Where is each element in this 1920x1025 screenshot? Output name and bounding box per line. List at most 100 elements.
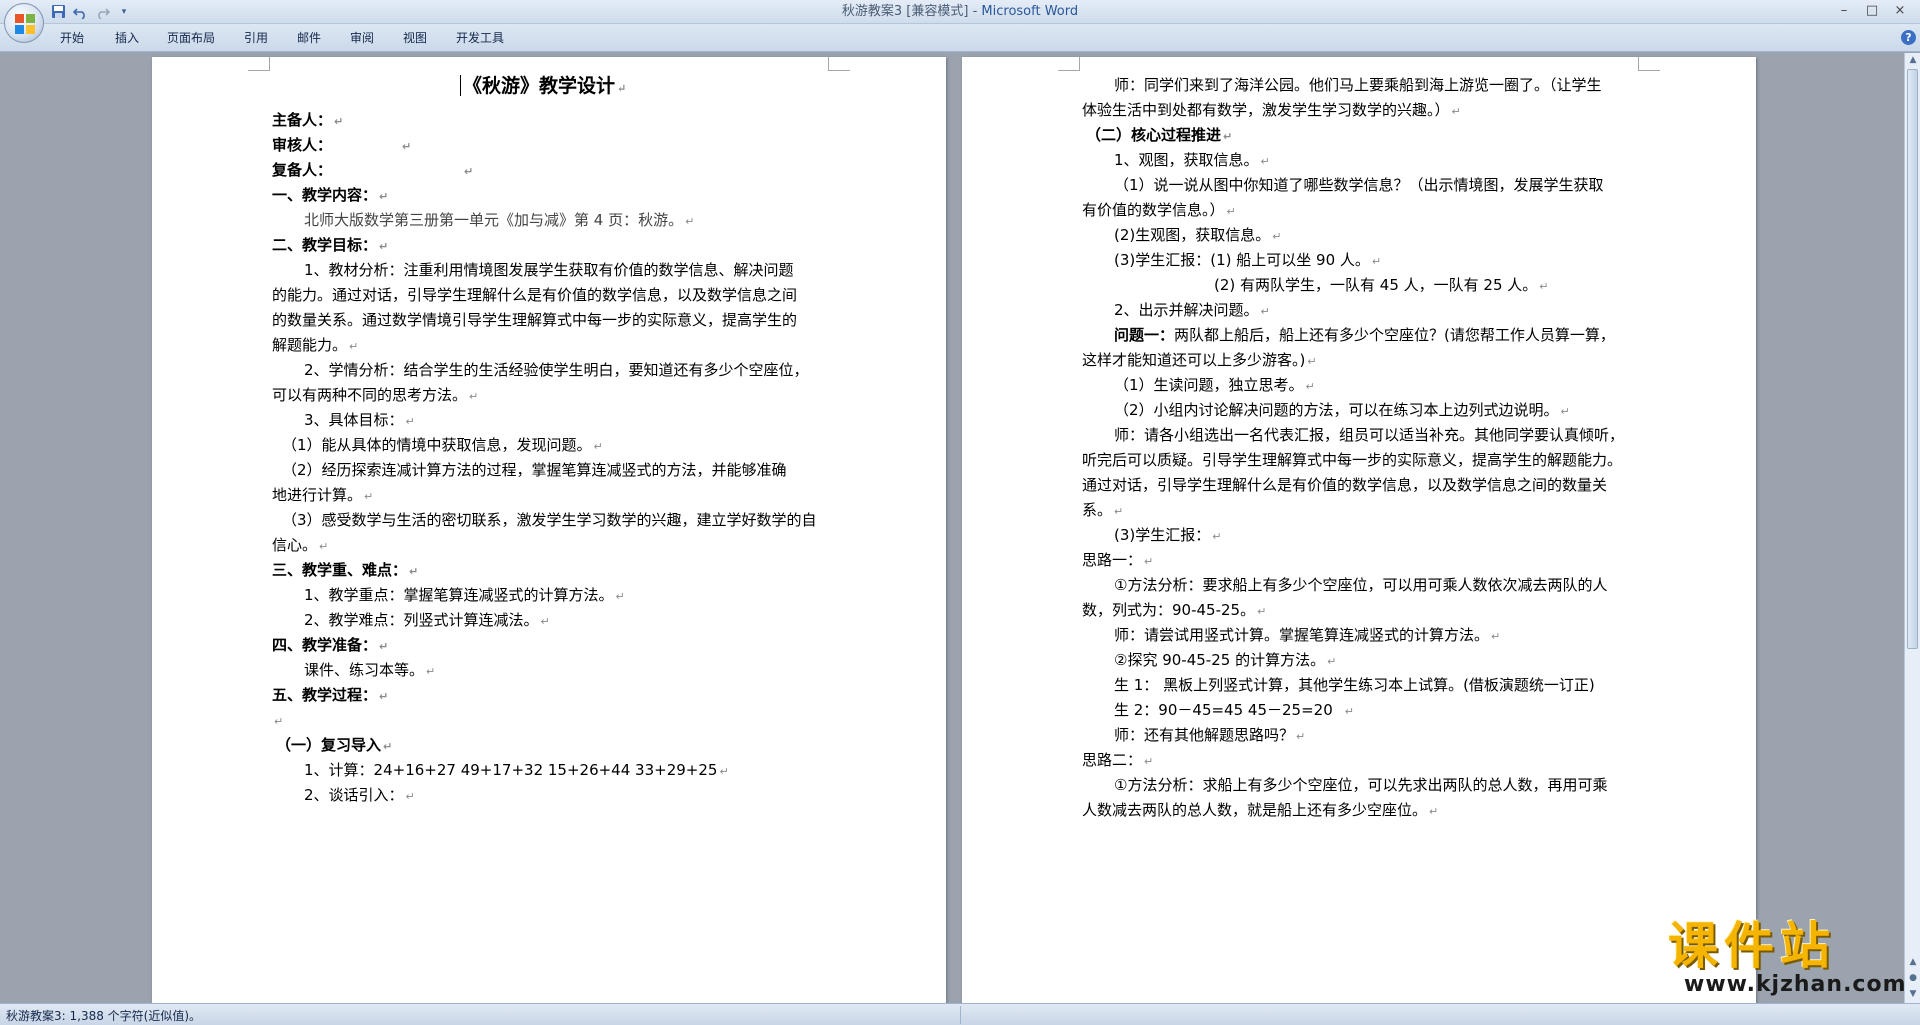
document-name: 秋游教案3 [兼容模式] (841, 4, 969, 19)
doc-line: (2)生观图，获取信息。 ↵ (1114, 226, 1282, 244)
doc-line: 生 1： 黑板上列竖式计算，其他学生练习本上试算。(借板演题统一订正) (1114, 676, 1595, 694)
doc-line: （2）小组内讨论解决问题的方法，可以在练习本上边列式边说明。 ↵ (1114, 401, 1570, 419)
minimize-button[interactable]: – (1830, 0, 1858, 22)
vertical-scrollbar[interactable]: ▲ ▲ ● ▼ (1904, 53, 1920, 1003)
tab-home[interactable]: 开始 (60, 29, 84, 46)
status-divider (960, 1006, 961, 1024)
watermark-url: www.kjzhan.com (1684, 972, 1907, 997)
doc-line: 这样才能知道还可以上多少游客。) ↵ (1082, 351, 1317, 369)
margin-mark (248, 57, 270, 71)
doc-line: ①方法分析：求船上有多少个空座位，可以先求出两队的总人数，再用可乘 (1114, 776, 1608, 794)
doc-line: （1）能从具体的情境中获取信息，发现问题。 ↵ (282, 436, 603, 454)
doc-line: ②探究 90-45-25 的计算方法。 ↵ (1114, 651, 1337, 669)
doc-line: 师：请尝试用竖式计算。掌握笔算连减竖式的计算方法。 ↵ (1114, 626, 1501, 644)
ribbon-tabs: 开始 插入 页面布局 引用 邮件 审阅 视图 开发工具 ? (0, 24, 1920, 52)
margin-mark (1638, 57, 1660, 71)
doc-line: （1）说一说从图中你知道了哪些数学信息？（出示情境图，发展学生获取 (1114, 176, 1604, 194)
tab-page-layout[interactable]: 页面布局 (167, 29, 215, 46)
redo-icon[interactable] (94, 4, 110, 20)
status-bar: 秋游教案3: 1,388 个字符(近似值)。 (0, 1003, 1920, 1025)
doc-line: 系。 ↵ (1082, 501, 1124, 519)
doc-line: 师：请各小组选出一名代表汇报，组员可以适当补充。其他同学要认真倾听， (1114, 426, 1625, 444)
document-title: 《秋游》教学设计 ↵ (460, 75, 626, 99)
document-page-1[interactable]: 《秋游》教学设计 ↵ 主备人： ↵ 审核人： ↵ 复备人： ↵ 一、教学内容： ↵ 北师大… (152, 57, 946, 1003)
doc-line: 复备人： ↵ (272, 161, 474, 179)
doc-line: (2) 有两队学生，一队有 45 人，一队有 25 人。 ↵ (1214, 276, 1549, 294)
doc-line: 的数量关系。通过数学情境引导学生理解算式中每一步的实际意义，提高学生的 (272, 311, 798, 329)
watermark-text: 课件站 (1668, 917, 1836, 975)
doc-line: 2、教学难点：列竖式计算连减法。 ↵ (304, 611, 550, 629)
tab-mailings[interactable]: 邮件 (297, 29, 321, 46)
save-icon[interactable] (50, 4, 66, 20)
title-bar: 秋游教案3 [兼容模式] - Microsoft Word ▾ – □ × (0, 0, 1920, 24)
scroll-up-icon[interactable]: ▲ (1906, 53, 1920, 67)
doc-line: (3)学生汇报：(1) 船上可以坐 90 人。 ↵ (1114, 251, 1382, 269)
doc-line: 解题能力。 ↵ (272, 336, 359, 354)
doc-line: 人数减去两队的总人数，就是船上还有多少空座位。 ↵ (1082, 801, 1439, 819)
scrollbar-thumb[interactable] (1907, 69, 1918, 649)
maximize-button[interactable]: □ (1858, 0, 1886, 22)
next-page-icon[interactable]: ▼ (1906, 987, 1920, 1001)
doc-line: (3)学生汇报： ↵ (1114, 526, 1222, 544)
doc-line: 通过对话，引导学生理解什么是有价值的数学信息，以及数学信息之间的数量关 (1082, 476, 1608, 494)
doc-line: 生 2：90－45=45 45－25=20 ↵ (1114, 701, 1354, 719)
office-logo-icon (15, 14, 35, 34)
doc-line: ①方法分析：要求船上有多少个空座位，可以用可乘人数依次减去两队的人 (1114, 576, 1608, 594)
section-heading: 二、教学目标： ↵ (272, 236, 389, 254)
doc-line: 3、具体目标： ↵ (304, 411, 415, 429)
section-heading: 四、教学准备： ↵ (272, 636, 389, 654)
tab-insert[interactable]: 插入 (115, 29, 139, 46)
doc-line: 思路二： ↵ (1082, 751, 1154, 769)
doc-line: 师：同学们来到了海洋公园。他们马上要乘船到海上游览一圈了。（让学生 (1114, 76, 1602, 94)
title-separator: - (968, 4, 982, 19)
quick-access-toolbar: ▾ (50, 3, 132, 21)
doc-line: 可以有两种不同的思考方法。 ↵ (272, 386, 479, 404)
undo-icon[interactable] (72, 4, 88, 20)
chevron-down-icon[interactable]: ▾ (116, 4, 132, 20)
close-button[interactable]: × (1886, 0, 1914, 22)
browse-object-icon[interactable]: ● (1906, 971, 1920, 985)
section-heading: 一、教学内容： ↵ (272, 186, 389, 204)
doc-line: 体验生活中到处都有数学，激发学生学习数学的兴趣。） ↵ (1082, 101, 1461, 119)
tab-review[interactable]: 审阅 (350, 29, 374, 46)
doc-line: 2、谈话引入： ↵ (304, 786, 415, 804)
help-icon[interactable]: ? (1901, 30, 1916, 45)
document-page-2[interactable]: 师：同学们来到了海洋公园。他们马上要乘船到海上游览一圈了。（让学生 体验生活中到… (962, 57, 1756, 1003)
previous-page-icon[interactable]: ▲ (1906, 955, 1920, 969)
window-controls: – □ × (1830, 0, 1914, 24)
document-area: 《秋游》教学设计 ↵ 主备人： ↵ 审核人： ↵ 复备人： ↵ 一、教学内容： ↵ 北师大… (0, 53, 1904, 1003)
doc-line: 的能力。通过对话，引导学生理解什么是有价值的数学信息，以及数学信息之间 (272, 286, 798, 304)
margin-mark (828, 57, 850, 71)
section-heading: 五、教学过程： ↵ (272, 686, 389, 704)
doc-line: （3）感受数学与生活的密切联系，激发学生学习数学的兴趣，建立学好数学的自 (282, 511, 817, 529)
tab-view[interactable]: 视图 (403, 29, 427, 46)
doc-line: 数，列式为：90-45-25。 ↵ (1082, 601, 1267, 619)
margin-mark (1058, 57, 1080, 71)
doc-line: 北师大版数学第三册第一单元《加与减》第 4 页：秋游。 ↵ (304, 211, 695, 229)
paragraph-mark: ↵ (617, 82, 627, 95)
section-heading: （一）复习导入 ↵ (276, 736, 393, 754)
doc-line: 1、计算：24+16+27 49+17+32 15+26+44 33+29+25… (304, 761, 729, 779)
tab-references[interactable]: 引用 (244, 29, 268, 46)
doc-line: 审核人： ↵ (272, 136, 412, 154)
question-label: 问题一： (1114, 326, 1175, 344)
doc-line: （1）生读问题，独立思考。 ↵ (1114, 376, 1315, 394)
doc-line: 课件、练习本等。 ↵ (304, 661, 436, 679)
doc-line: 信心。 ↵ (272, 536, 329, 554)
watermark-logo: 课件站 www.kjzhan.com (1668, 918, 1908, 998)
section-heading: （二）核心过程推进 ↵ (1086, 126, 1233, 144)
doc-line: 地进行计算。 ↵ (272, 486, 374, 504)
word-count-status[interactable]: 秋游教案3: 1,388 个字符(近似值)。 (6, 1007, 201, 1024)
doc-line: 师：还有其他解题思路吗？ ↵ (1114, 726, 1306, 744)
office-button[interactable] (4, 3, 44, 43)
doc-line: 2、出示并解决问题。 ↵ (1114, 301, 1270, 319)
doc-line: 问题一：两队都上船后，船上还有多少个空座位？(请您帮工作人员算一算， (1114, 326, 1615, 344)
doc-line: 听完后可以质疑。引导学生理解算式中每一步的实际意义，提高学生的解题能力。 (1082, 451, 1623, 469)
window-title: 秋游教案3 [兼容模式] - Microsoft Word (0, 0, 1920, 24)
doc-line: 1、教学重点：掌握笔算连减竖式的计算方法。 ↵ (304, 586, 625, 604)
doc-line: 1、观图，获取信息。 ↵ (1114, 151, 1270, 169)
text-cursor (460, 75, 461, 96)
doc-line: 1、教材分析：注重利用情境图发展学生获取有价值的数学信息、解决问题 (304, 261, 794, 279)
section-heading: 三、教学重、难点： ↵ (272, 561, 419, 579)
tab-developer[interactable]: 开发工具 (456, 29, 504, 46)
